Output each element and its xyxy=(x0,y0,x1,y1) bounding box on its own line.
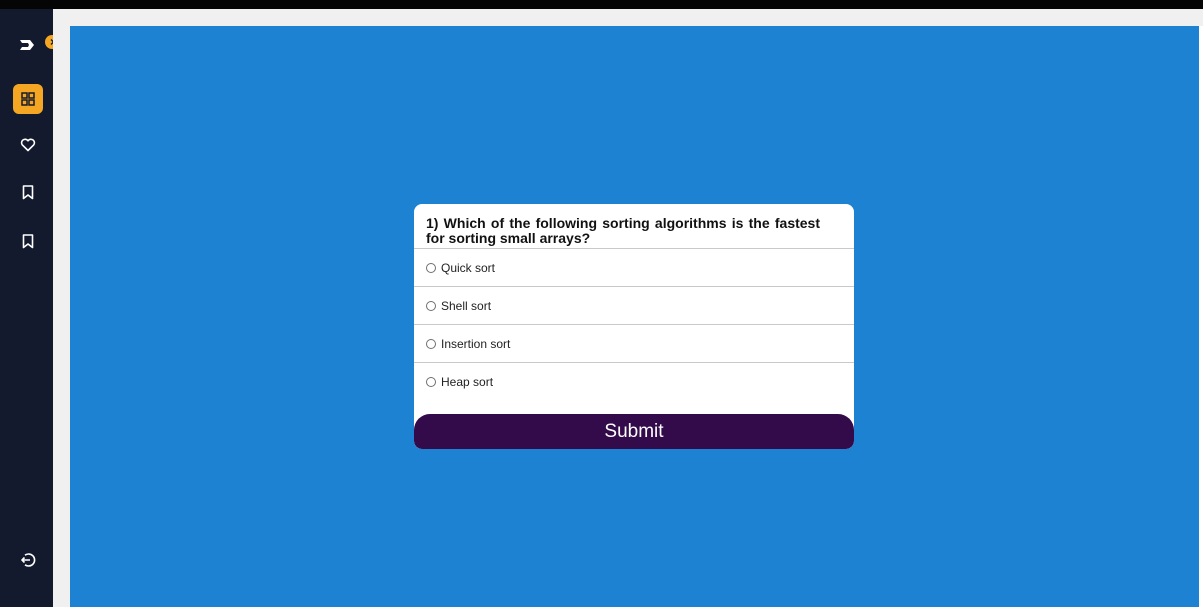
question-text: 1) Which of the following sorting algori… xyxy=(414,204,854,249)
radio-button[interactable] xyxy=(426,262,436,273)
content-top-strip xyxy=(70,9,1203,26)
main-content: 1) Which of the following sorting algori… xyxy=(70,26,1199,607)
sidebar-item-dashboard[interactable] xyxy=(13,84,43,114)
answer-options: Quick sort Shell sort Insertion sort Hea… xyxy=(414,249,854,401)
heart-icon xyxy=(20,138,36,152)
sidebar xyxy=(0,9,59,607)
sidebar-item-bookmarks[interactable] xyxy=(13,226,43,256)
answer-option[interactable]: Shell sort xyxy=(414,287,854,325)
bookmark-icon xyxy=(22,184,34,199)
answer-option[interactable]: Insertion sort xyxy=(414,325,854,363)
radio-button[interactable] xyxy=(426,377,436,387)
answer-label: Quick sort xyxy=(441,260,496,275)
sidebar-item-favorites[interactable] xyxy=(13,130,43,160)
answer-label: Insertion sort xyxy=(441,336,511,351)
radio-button[interactable] xyxy=(426,338,436,349)
radio-button[interactable] xyxy=(426,300,436,311)
answer-option[interactable]: Heap sort xyxy=(414,363,854,401)
logout-button[interactable] xyxy=(13,545,43,575)
quiz-card: 1) Which of the following sorting algori… xyxy=(414,204,854,449)
logo-icon[interactable] xyxy=(13,30,43,60)
answer-label: Heap sort xyxy=(441,375,494,389)
bookmark-icon xyxy=(22,233,34,248)
content-gutter xyxy=(53,9,70,607)
top-bar xyxy=(0,0,1203,9)
answer-label: Shell sort xyxy=(441,298,492,313)
submit-button[interactable]: Submit xyxy=(414,414,854,449)
sidebar-item-saved[interactable] xyxy=(13,177,43,207)
logout-icon xyxy=(21,553,36,567)
answer-option[interactable]: Quick sort xyxy=(414,249,854,287)
grid-icon xyxy=(21,92,35,106)
